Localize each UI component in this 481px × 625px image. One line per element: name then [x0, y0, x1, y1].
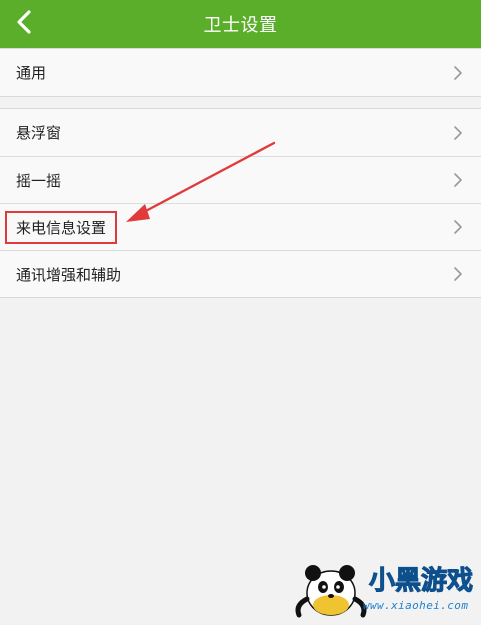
watermark-url: www.xiaohei.com: [363, 599, 469, 612]
settings-item-communication-enhance[interactable]: 通讯增强和辅助: [0, 250, 481, 297]
back-arrow-icon: [16, 10, 32, 38]
settings-item-label: 通用: [16, 64, 47, 82]
settings-item-label: 来电信息设置: [16, 218, 107, 237]
back-button[interactable]: [6, 6, 42, 42]
settings-group-features: 悬浮窗 摇一摇 来电信息设置 通讯增强和辅助: [0, 108, 481, 298]
settings-group-general: 通用: [0, 48, 481, 97]
watermark-logo-text: 小黑游戏: [369, 566, 473, 596]
settings-item-label: 悬浮窗: [16, 124, 62, 142]
settings-item-label: 摇一摇: [16, 171, 62, 190]
title-bar: 卫士设置: [0, 0, 481, 48]
page-title: 卫士设置: [203, 15, 278, 36]
settings-item-caller-info[interactable]: 来电信息设置: [0, 203, 481, 250]
chevron-right-icon: [453, 125, 463, 141]
watermark-logo: 小黑游戏 www.xiaohei.com: [281, 549, 481, 621]
settings-item-shake[interactable]: 摇一摇: [0, 156, 481, 203]
settings-item-general[interactable]: 通用: [0, 49, 481, 96]
settings-item-floating-window[interactable]: 悬浮窗: [0, 109, 481, 156]
chevron-right-icon: [453, 172, 463, 188]
chevron-right-icon: [453, 266, 463, 282]
chevron-right-icon: [453, 219, 463, 235]
chevron-right-icon: [453, 65, 463, 81]
settings-item-label: 通讯增强和辅助: [16, 265, 122, 284]
